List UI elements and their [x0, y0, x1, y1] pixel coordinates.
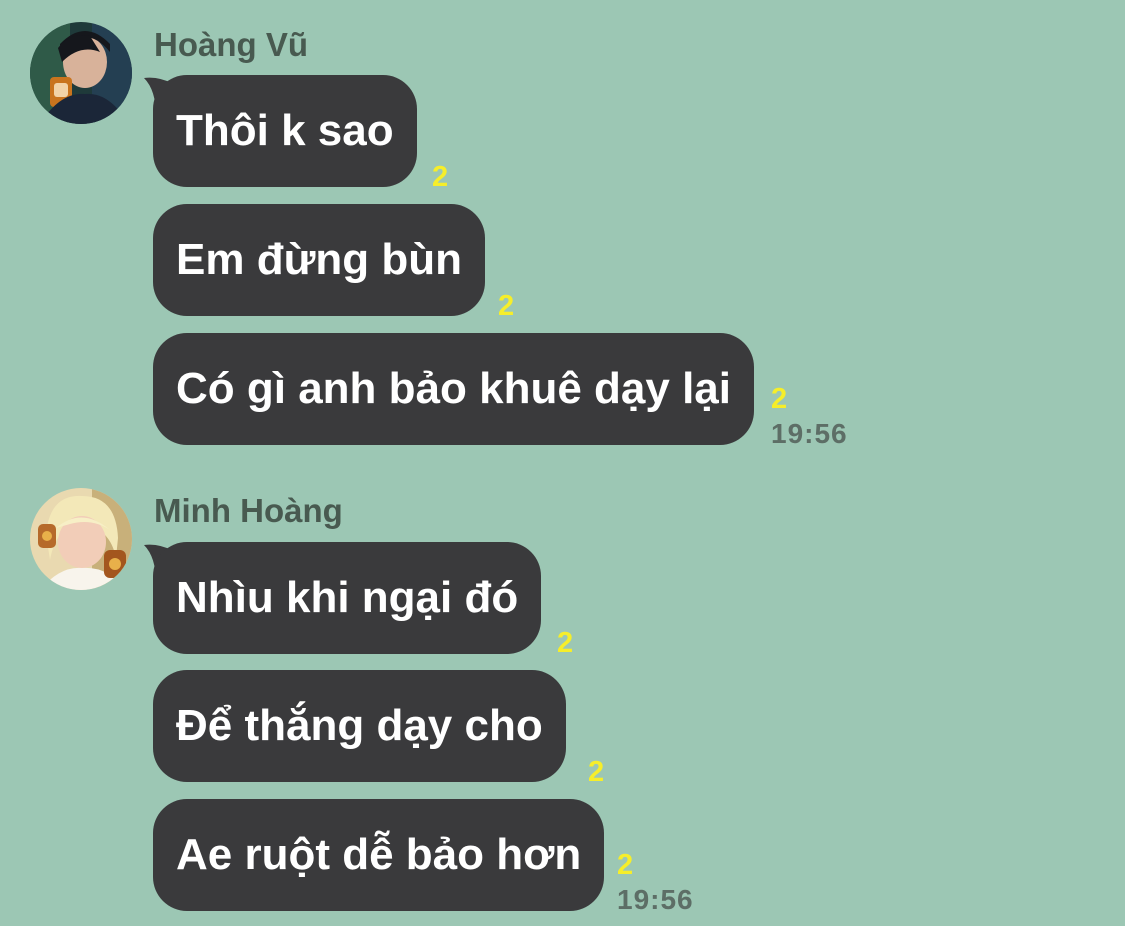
read-count: 2	[432, 161, 449, 193]
read-count: 2	[498, 290, 515, 322]
message-bubble[interactable]: Ae ruột dễ bảo hơn	[153, 799, 605, 911]
avatar-hoang-vu[interactable]	[30, 22, 132, 124]
avatar-minh-hoang[interactable]	[30, 488, 132, 590]
message-bubble[interactable]: Để thắng dạy cho	[153, 670, 566, 782]
sender-name: Hoàng Vũ	[154, 26, 308, 63]
message-bubble[interactable]: Em đừng bùn	[153, 204, 486, 316]
message-timestamp: 19:56	[617, 884, 694, 915]
message-bubble[interactable]: Thôi k sao	[153, 75, 417, 187]
user-avatar-photo-icon	[30, 22, 132, 124]
message-bubble[interactable]: Có gì anh bảo khuê dạy lại	[153, 333, 754, 445]
sender-name: Minh Hoàng	[154, 492, 343, 529]
read-count: 2	[771, 383, 788, 415]
user-avatar-photo-icon	[30, 488, 132, 590]
read-count: 2	[557, 627, 574, 659]
read-count: 2	[588, 756, 605, 788]
message-timestamp: 19:56	[771, 418, 848, 449]
read-count: 2	[617, 849, 634, 881]
message-bubble[interactable]: Nhìu khi ngại đó	[153, 542, 542, 654]
